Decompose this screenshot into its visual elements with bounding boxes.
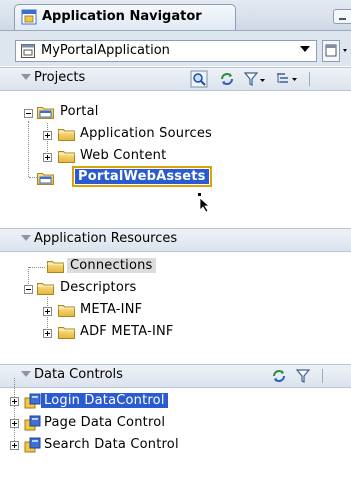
expand-node-icon[interactable] xyxy=(43,307,52,316)
application-resources-title: Application Resources xyxy=(34,231,178,246)
project-folder-icon xyxy=(37,171,54,185)
expand-node-icon[interactable] xyxy=(43,153,52,162)
data-control-label: Search Data Control xyxy=(44,437,179,452)
tree-node-adf-meta-inf[interactable]: ADF META-INF xyxy=(40,322,260,344)
mouse-pointer-icon xyxy=(198,193,211,213)
navigator-display-options-icon[interactable] xyxy=(275,70,301,88)
tree-node-meta-inf[interactable]: META-INF xyxy=(40,300,260,322)
expand-node-icon[interactable] xyxy=(10,419,19,428)
tree-node-label: ADF META-INF xyxy=(80,324,174,339)
navigator-tab-bar: Application Navigator xyxy=(0,0,351,31)
collapse-node-icon[interactable] xyxy=(24,109,33,118)
projects-section-title: Projects xyxy=(34,70,86,85)
tree-node-label: Portal xyxy=(60,104,99,119)
tree-line xyxy=(28,121,29,177)
refresh-icon[interactable] xyxy=(218,70,236,88)
tree-node-application-sources[interactable]: Application Sources xyxy=(40,124,290,146)
data-controls-section-header[interactable]: Data Controls xyxy=(0,364,351,388)
folder-icon xyxy=(37,281,54,295)
data-control-login[interactable]: Login DataControl xyxy=(8,391,228,413)
tree-node-label: META-INF xyxy=(80,302,143,317)
tree-line xyxy=(29,177,37,178)
tree-node-label: Application Sources xyxy=(80,126,212,141)
filter-icon[interactable] xyxy=(295,367,313,385)
collapse-icon[interactable] xyxy=(21,235,31,241)
expand-node-icon[interactable] xyxy=(10,441,19,450)
folder-icon xyxy=(47,259,64,273)
tree-node-label: Web Content xyxy=(80,148,167,163)
folder-icon xyxy=(58,127,75,141)
navigator-title: Application Navigator xyxy=(42,9,202,24)
navigator-tab[interactable]: Application Navigator xyxy=(14,4,236,30)
expand-node-icon[interactable] xyxy=(43,329,52,338)
collapse-icon[interactable] xyxy=(21,74,31,80)
data-control-page[interactable]: Page Data Control xyxy=(8,413,228,435)
tree-node-descriptors[interactable]: Descriptors xyxy=(22,278,242,300)
application-select-value: MyPortalApplication xyxy=(41,43,170,58)
data-control-label-selected: Login DataControl xyxy=(41,393,168,408)
tree-node-web-content[interactable]: Web Content xyxy=(40,146,290,168)
folder-icon xyxy=(58,303,75,317)
application-select[interactable]: MyPortalApplication xyxy=(15,40,317,62)
data-control-icon xyxy=(24,437,41,453)
application-menu-button[interactable] xyxy=(322,40,351,62)
application-icon xyxy=(21,44,35,58)
chevron-down-icon xyxy=(300,46,310,52)
toolbar-separator xyxy=(309,72,310,86)
project-folder-icon xyxy=(37,105,54,119)
collapse-node-icon[interactable] xyxy=(24,285,33,294)
tree-line xyxy=(29,267,45,268)
tree-node-label: Connections xyxy=(67,258,156,273)
tree-node-portal[interactable]: Portal xyxy=(22,102,272,124)
tree-node-connections[interactable]: Connections xyxy=(47,256,247,278)
application-resources-section-header[interactable]: Application Resources xyxy=(0,228,351,252)
refresh-icon[interactable] xyxy=(270,367,288,385)
expand-node-icon[interactable] xyxy=(43,131,52,140)
minimize-button[interactable] xyxy=(333,9,351,24)
folder-icon xyxy=(58,149,75,163)
folder-icon xyxy=(58,325,75,339)
filter-icon[interactable] xyxy=(243,70,267,88)
application-navigator-icon xyxy=(21,9,37,25)
data-controls-title: Data Controls xyxy=(34,367,123,382)
tree-node-label-selected: PortalWebAssets xyxy=(72,166,212,187)
application-toolbar: MyPortalApplication xyxy=(0,31,351,66)
search-icon[interactable] xyxy=(190,70,208,88)
toolbar-separator xyxy=(322,369,323,383)
data-control-icon xyxy=(24,415,41,431)
data-control-search[interactable]: Search Data Control xyxy=(8,435,228,457)
expand-node-icon[interactable] xyxy=(10,397,19,406)
data-control-icon xyxy=(24,393,41,409)
tree-node-label: Descriptors xyxy=(60,280,137,295)
tree-node-portalwebassets[interactable]: PortalWebAssets xyxy=(37,166,257,190)
collapse-icon[interactable] xyxy=(21,371,31,377)
data-control-label: Page Data Control xyxy=(44,415,166,430)
projects-section-header[interactable]: Projects xyxy=(0,67,351,91)
